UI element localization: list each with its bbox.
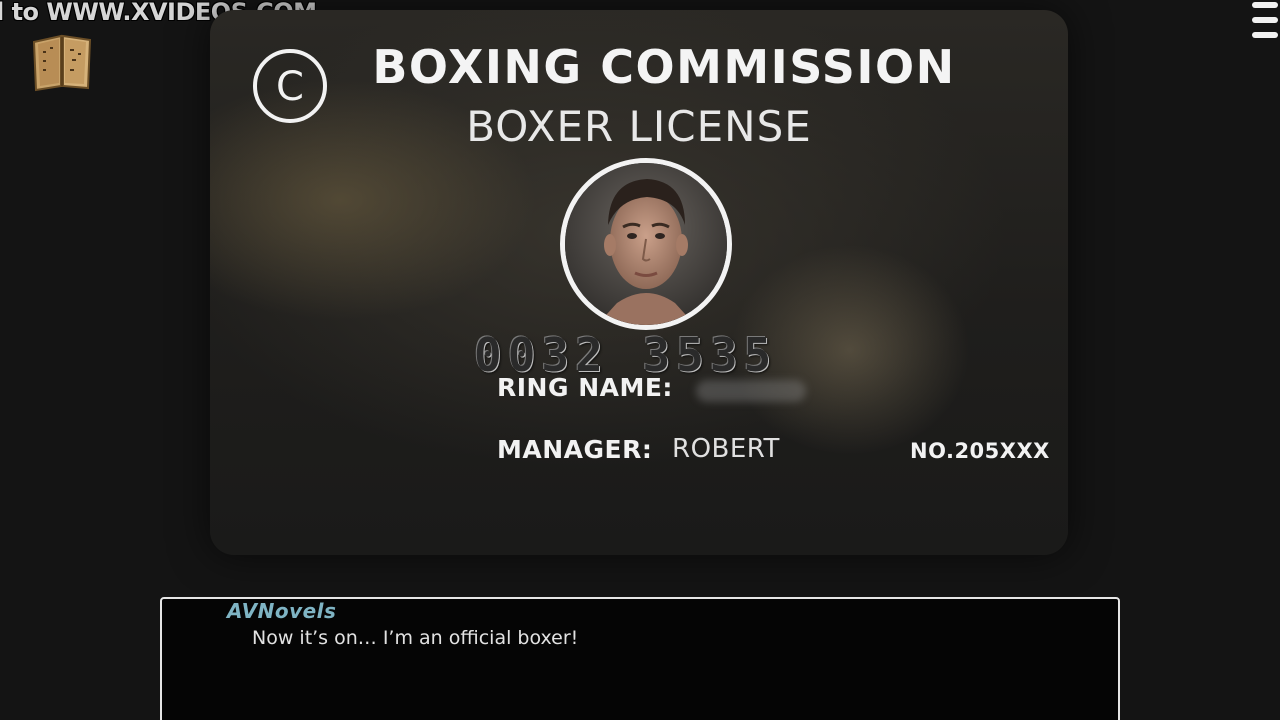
hamburger-menu-icon[interactable] [1252,0,1278,42]
license-number: NO.205XXX [910,439,1050,463]
boxer-license-card: C BOXING COMMISSION BOXER LICENSE 0032 3… [210,10,1068,555]
ring-name-value-blurred [696,380,806,402]
card-subtitle: BOXER LICENSE [466,102,812,151]
ring-name-label: RING NAME: [497,373,673,402]
card-title: BOXING COMMISSION [372,40,956,94]
speaker-name: AVNovels [227,599,337,623]
manager-value: ROBERT [672,434,780,464]
open-book-icon[interactable] [30,28,94,92]
dialogue-text: Now it’s on… I’m an official boxer! [252,627,579,649]
game-scene: l to WWW.XVIDEOS.COM C BOXING COMMISSION… [0,0,1280,720]
manager-label: MANAGER: [497,435,653,464]
boxer-portrait [560,158,732,330]
dialogue-box[interactable]: AVNovels Now it’s on… I’m an official bo… [160,597,1120,720]
